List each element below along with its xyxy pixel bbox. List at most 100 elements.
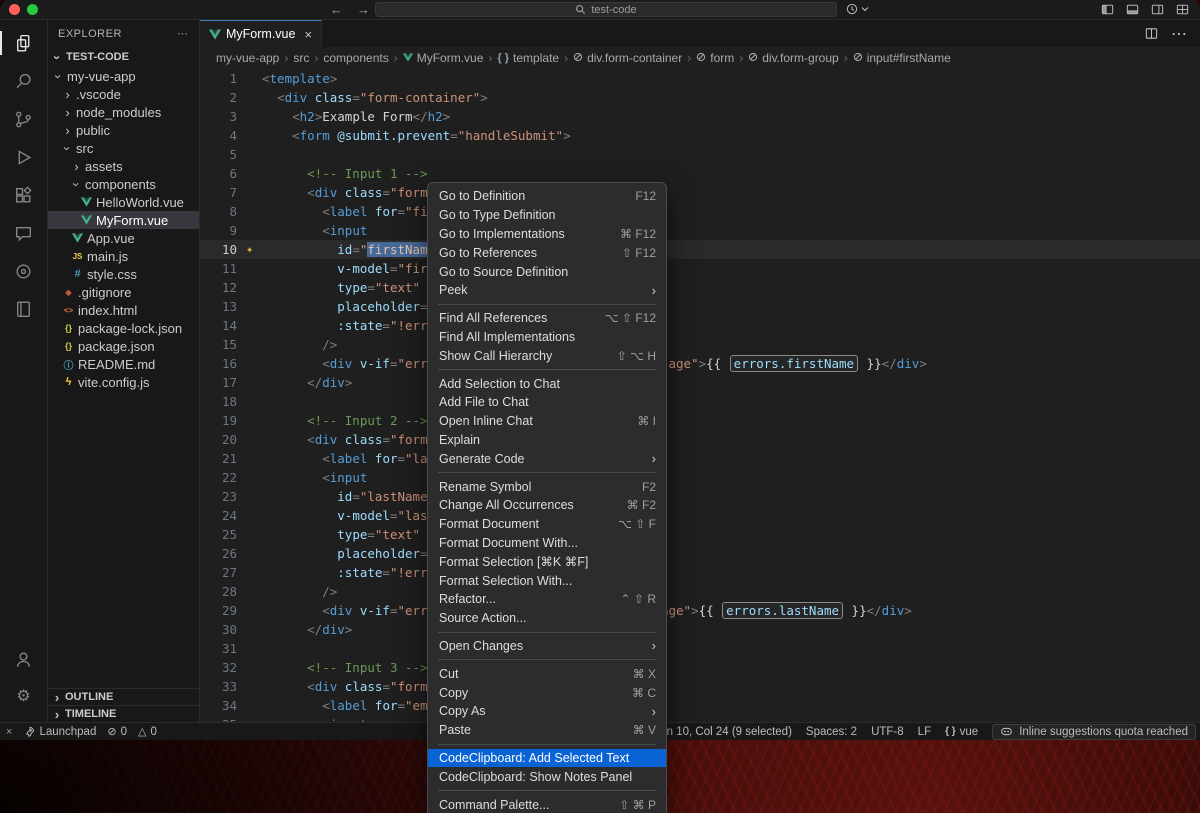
breadcrumb-item-div-form-group[interactable]: div.form-group [748, 51, 839, 65]
breadcrumb-item-src[interactable]: src [293, 51, 309, 65]
menu-item-command-palette[interactable]: Command Palette... ⇧ ⌘ P [428, 795, 666, 813]
code-line-35[interactable]: 35 <input [200, 715, 1200, 722]
code-action-icon[interactable]: ✦ [246, 240, 253, 259]
tree-item-index-html[interactable]: <> index.html [48, 301, 199, 319]
code-line-7[interactable]: 7 <div class="form-group"> [200, 183, 1200, 202]
code-line-14[interactable]: 14 :state="!errors.firstName" [200, 316, 1200, 335]
menu-item-go-to-implementations[interactable]: Go to Implementations ⌘ F12 [428, 225, 666, 244]
code-line-24[interactable]: 24 v-model="lastName" [200, 506, 1200, 525]
menu-item-codeclipboard-add-selected-text[interactable]: CodeClipboard: Add Selected Text [428, 748, 666, 768]
source-control-view-button[interactable] [0, 100, 48, 138]
menu-item-generate-code[interactable]: Generate Code › [428, 449, 666, 468]
code-line-10[interactable]: 10 ✦ id="firstName" [200, 240, 1200, 259]
breadcrumb-item-template[interactable]: { } template [497, 51, 559, 65]
code-line-6[interactable]: 6 <!-- Input 1 --> [200, 164, 1200, 183]
breadcrumb-item-components[interactable]: components [323, 51, 388, 65]
session-history-button[interactable] [845, 2, 869, 16]
tree-item-package-json[interactable]: {} package.json [48, 337, 199, 355]
menu-item-show-call-hierarchy[interactable]: Show Call Hierarchy ⇧ ⌥ H [428, 346, 666, 365]
code-line-4[interactable]: 4 <form @submit.prevent="handleSubmit"> [200, 126, 1200, 145]
status-item-launchpad[interactable]: Launchpad [23, 726, 96, 738]
status-item-0[interactable]: ⊘ 0 [107, 725, 127, 739]
workspace-section-header[interactable]: › TEST-CODE [48, 47, 199, 67]
close-window-button[interactable] [9, 4, 20, 15]
code-line-30[interactable]: 30 </div> [200, 620, 1200, 639]
tree-item-helloworld-vue[interactable]: HelloWorld.vue [48, 193, 199, 211]
menu-item-go-to-source-definition[interactable]: Go to Source Definition [428, 262, 666, 281]
tab-myform-vue[interactable]: MyForm.vue × [200, 20, 323, 47]
menu-item-cut[interactable]: Cut ⌘ X [428, 664, 666, 683]
run-debug-view-button[interactable] [0, 138, 48, 176]
code-line-25[interactable]: 25 type="text" [200, 525, 1200, 544]
tree-item-node-modules[interactable]: › node_modules [48, 103, 199, 121]
search-view-button[interactable] [0, 62, 48, 100]
menu-item-copy-as[interactable]: Copy As › [428, 702, 666, 721]
tree-item-app-vue[interactable]: App.vue [48, 229, 199, 247]
menu-item-go-to-definition[interactable]: Go to Definition F12 [428, 187, 666, 206]
tree-item-assets[interactable]: › assets [48, 157, 199, 175]
breadcrumb-item-div-form-container[interactable]: div.form-container [573, 51, 682, 65]
code-line-18[interactable]: 18 [200, 392, 1200, 411]
code-line-5[interactable]: 5 [200, 145, 1200, 164]
code-line-19[interactable]: 19 <!-- Input 2 --> [200, 411, 1200, 430]
menu-item-find-all-implementations[interactable]: Find All Implementations [428, 328, 666, 347]
tree-item-myform-vue[interactable]: MyForm.vue [48, 211, 199, 229]
tree-item-components[interactable]: › components [48, 175, 199, 193]
menu-item-add-selection-to-chat[interactable]: Add Selection to Chat [428, 374, 666, 393]
tree-item-vite-config-js[interactable]: ϟ vite.config.js [48, 373, 199, 391]
menu-item-find-all-references[interactable]: Find All References ⌥ ⇧ F12 [428, 309, 666, 328]
status-item-vue[interactable]: { } vue [945, 726, 978, 738]
toggle-primary-sidebar-button[interactable] [1100, 2, 1115, 17]
status-item-spaces-2[interactable]: Spaces: 2 [806, 726, 857, 738]
code-line-9[interactable]: 9 <input [200, 221, 1200, 240]
status-item-0[interactable]: △ 0 [138, 725, 157, 739]
menu-item-go-to-type-definition[interactable]: Go to Type Definition [428, 206, 666, 225]
menu-item-peek[interactable]: Peek › [428, 281, 666, 300]
menu-item-open-changes[interactable]: Open Changes › [428, 637, 666, 656]
forward-button[interactable]: → [357, 1, 370, 19]
menu-item-add-file-to-chat[interactable]: Add File to Chat [428, 393, 666, 412]
timeline-section-header[interactable]: › TIMELINE [48, 705, 199, 722]
status-item-lf[interactable]: LF [918, 726, 931, 738]
code-line-12[interactable]: 12 type="text" [200, 278, 1200, 297]
code-line-32[interactable]: 32 <!-- Input 3 --> [200, 658, 1200, 677]
code-line-3[interactable]: 3 <h2>Example Form</h2> [200, 107, 1200, 126]
code-line-21[interactable]: 21 <label for="lastName">Last Name</labe… [200, 449, 1200, 468]
tree-item-main-js[interactable]: JS main.js [48, 247, 199, 265]
code-line-28[interactable]: 28 /> [200, 582, 1200, 601]
extensions-view-button[interactable] [0, 176, 48, 214]
breadcrumb-item-myform-vue[interactable]: MyForm.vue [402, 51, 483, 65]
menu-item-rename-symbol[interactable]: Rename Symbol F2 [428, 477, 666, 496]
menu-item-copy[interactable]: Copy ⌘ C [428, 683, 666, 702]
tab-close-button[interactable]: × [304, 27, 312, 42]
menu-item-open-inline-chat[interactable]: Open Inline Chat ⌘ I [428, 412, 666, 431]
code-line-13[interactable]: 13 placeholder="Enter first name" [200, 297, 1200, 316]
menu-item-go-to-references[interactable]: Go to References ⇧ F12 [428, 243, 666, 262]
code-line-17[interactable]: 17 </div> [200, 373, 1200, 392]
code-line-27[interactable]: 27 :state="!errors.lastName" [200, 563, 1200, 582]
code-line-29[interactable]: 29 <div v-if="errors.lastName" class="er… [200, 601, 1200, 620]
back-button[interactable]: ← [330, 1, 343, 19]
code-line-8[interactable]: 8 <label for="firstName">First Name</lab… [200, 202, 1200, 221]
tree-item--gitignore[interactable]: ◆ .gitignore [48, 283, 199, 301]
breadcrumb-item-input-firstname[interactable]: input#firstName [853, 51, 951, 65]
toggle-panel-button[interactable] [1125, 2, 1140, 17]
docs-view-button[interactable] [0, 290, 48, 328]
code-line-33[interactable]: 33 <div class="form-group"> [200, 677, 1200, 696]
code-line-26[interactable]: 26 placeholder="Enter last name" [200, 544, 1200, 563]
menu-item-explain[interactable]: Explain [428, 431, 666, 450]
status-item-utf-8[interactable]: UTF-8 [871, 726, 904, 738]
code-line-23[interactable]: 23 id="lastName" [200, 487, 1200, 506]
toggle-secondary-sidebar-button[interactable] [1150, 2, 1165, 17]
tree-item-style-css[interactable]: # style.css [48, 265, 199, 283]
code-line-31[interactable]: 31 [200, 639, 1200, 658]
target-view-button[interactable] [0, 252, 48, 290]
menu-item-refactor[interactable]: Refactor... ⌃ ⇧ R [428, 590, 666, 609]
status-item-remote[interactable]: × [6, 726, 12, 738]
menu-item-format-selection-with[interactable]: Format Selection With... [428, 571, 666, 590]
status-item-ln-10-col-24-9-selected[interactable]: Ln 10, Col 24 (9 selected) [660, 726, 792, 738]
more-editor-actions-button[interactable]: ⋯ [1171, 24, 1188, 44]
zoom-window-button[interactable] [27, 4, 38, 15]
menu-item-codeclipboard-show-notes-panel[interactable]: CodeClipboard: Show Notes Panel [428, 767, 666, 786]
code-line-34[interactable]: 34 <label for="email">Email</label> [200, 696, 1200, 715]
